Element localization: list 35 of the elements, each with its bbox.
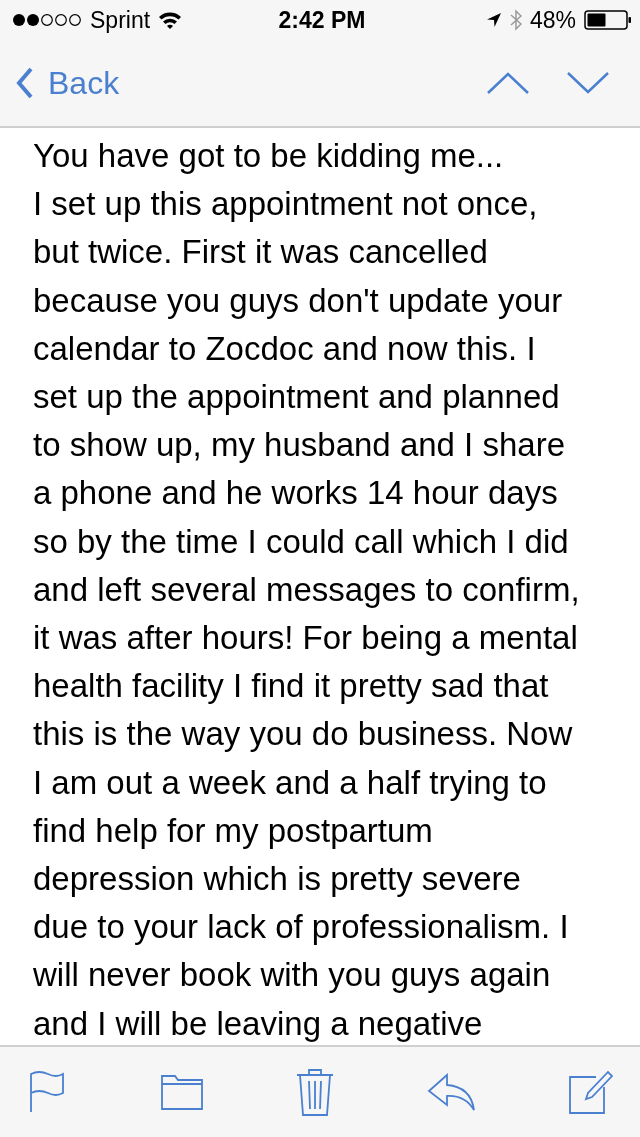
folder-icon[interactable] bbox=[159, 1073, 204, 1111]
message-text-line: because you guys don't update your bbox=[33, 280, 563, 321]
trash-icon[interactable] bbox=[295, 1067, 335, 1117]
bluetooth-icon bbox=[509, 9, 522, 31]
message-text-line: so by the time I could call which I did bbox=[33, 521, 569, 562]
back-button[interactable]: Back bbox=[16, 64, 120, 102]
clock-time: 2:42 PM bbox=[278, 6, 366, 34]
message-text-line: You have got to be kidding me... bbox=[33, 136, 504, 176]
message-text-line: a phone and he works 14 hour days bbox=[33, 473, 558, 514]
compose-icon[interactable] bbox=[568, 1069, 614, 1115]
message-text-line: to show up, my husband and I share bbox=[33, 425, 565, 466]
message-text-line: will never book with you guys again bbox=[33, 955, 551, 996]
message-text-line: health facility I find it pretty sad that bbox=[33, 666, 549, 707]
message-text-line: depression which is pretty severe bbox=[33, 859, 521, 900]
message-text-line: I am out a week and a half trying to bbox=[33, 762, 547, 803]
location-arrow-icon bbox=[485, 12, 502, 28]
down-chevron-icon[interactable] bbox=[566, 71, 610, 95]
up-chevron-icon[interactable] bbox=[486, 71, 530, 95]
message-text-line: it was after hours! For being a mental bbox=[33, 618, 578, 659]
message-text-line: this is the way you do business. Now bbox=[33, 714, 573, 755]
message-text-line: calendar to Zocdoc and now this. I bbox=[33, 328, 536, 369]
back-chevron-icon bbox=[16, 67, 34, 99]
wifi-icon bbox=[158, 11, 183, 29]
battery-icon bbox=[584, 10, 632, 30]
message-text-line: due to your lack of professionalism. I bbox=[33, 907, 569, 948]
signal-icon bbox=[12, 13, 82, 27]
battery-percentage: 48% bbox=[529, 6, 576, 34]
message-text-line: and I will be leaving a negative bbox=[33, 1003, 483, 1044]
message-text-line: I set up this appointment not once, bbox=[33, 184, 538, 225]
carrier-name: Sprint bbox=[90, 6, 151, 34]
message-text-line: but twice. First it was cancelled bbox=[33, 232, 488, 273]
reply-icon[interactable] bbox=[426, 1073, 477, 1111]
message-text-line: set up the appointment and planned bbox=[33, 377, 560, 417]
message-text-line: and left several messages to confirm, bbox=[33, 569, 580, 610]
message-text-line: find help for my postpartum bbox=[33, 810, 433, 851]
